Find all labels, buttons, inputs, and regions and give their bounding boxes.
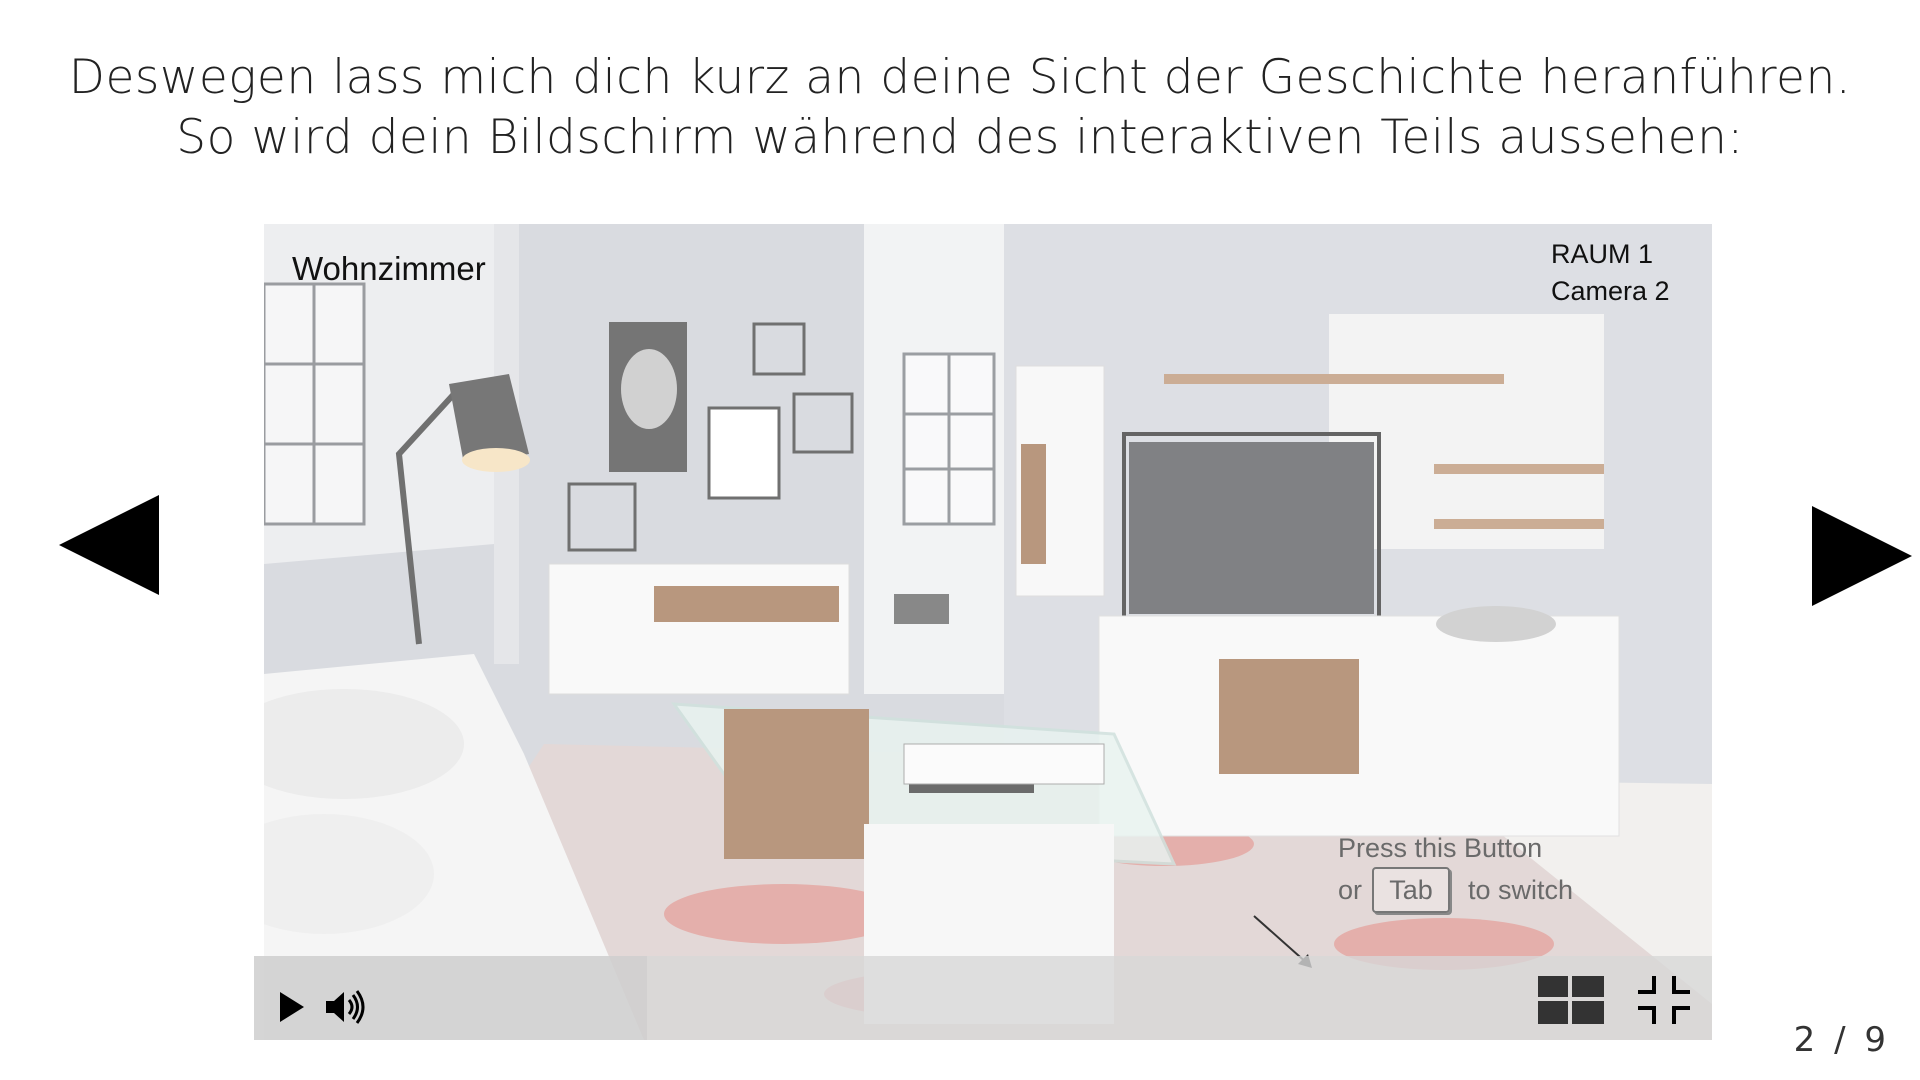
volume-icon[interactable] [324,988,368,1026]
page-counter: 2 / 9 [1793,1020,1890,1060]
grid-view-icon[interactable] [1538,976,1604,1024]
play-icon[interactable] [280,992,304,1022]
video-controls [254,956,1712,1040]
switch-hint: Press this Button or Tab to switch [1338,830,1573,913]
camera-label: Camera 2 [1551,276,1670,306]
room-name: Wohnzimmer [292,250,486,287]
camera-viewer: Wohnzimmer RAUM 1 Camera 2 Press this Bu… [264,224,1712,1040]
exit-fullscreen-icon[interactable] [1636,974,1692,1026]
living-room-image [264,224,1712,1040]
arrow-left-icon[interactable] [59,495,159,595]
hint-to-switch: to switch [1468,874,1574,905]
controls-left-shade [254,956,647,1040]
headline-line-2: So wird dein Bildschirm während des inte… [176,110,1744,165]
headline-line-1: Deswegen lass mich dich kurz an deine Si… [68,50,1852,105]
hint-or: or [1338,874,1363,905]
camera-info: RAUM 1 Camera 2 [1551,236,1670,310]
headline: Deswegen lass mich dich kurz an deine Si… [0,48,1920,168]
tab-key-icon: Tab [1372,867,1451,913]
room-label: RAUM 1 [1551,239,1654,269]
hint-line-1: Press this Button [1338,833,1543,863]
arrow-right-icon[interactable] [1812,506,1912,606]
